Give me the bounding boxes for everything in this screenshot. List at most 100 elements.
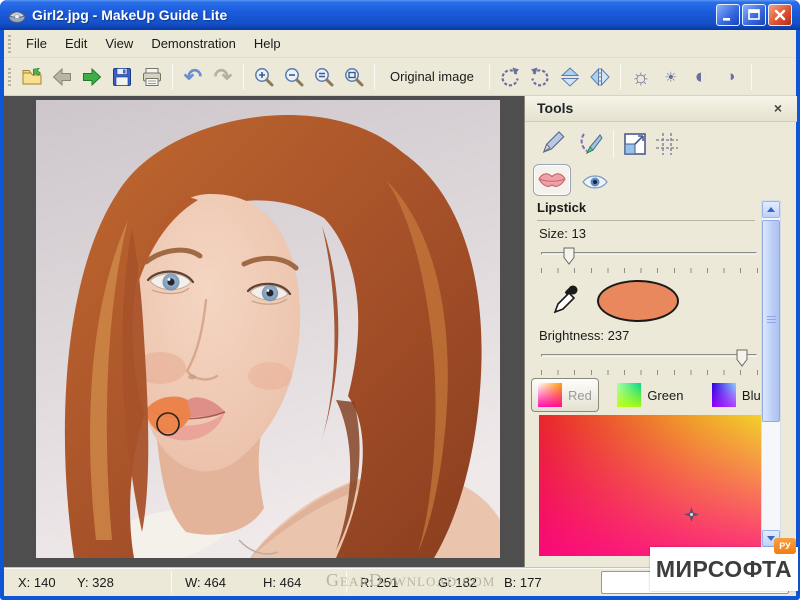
undo-button[interactable]: ↶ bbox=[179, 63, 207, 91]
save-button[interactable] bbox=[108, 63, 136, 91]
toolbar-separator bbox=[489, 64, 490, 90]
toolbar-separator bbox=[751, 64, 752, 90]
zoom-fit-button[interactable] bbox=[340, 63, 368, 91]
brush-tool-button[interactable] bbox=[575, 128, 607, 160]
status-w: W: 464 bbox=[185, 575, 226, 590]
menu-view[interactable]: View bbox=[96, 33, 142, 54]
color-picker-gradient[interactable] bbox=[539, 415, 762, 556]
tab-blue[interactable]: Blue bbox=[706, 378, 761, 412]
tab-blue-label: Blue bbox=[742, 388, 761, 403]
tab-red-label: Red bbox=[568, 388, 592, 403]
blue-channel-swatch-icon bbox=[712, 383, 736, 407]
content-area: Tools × bbox=[4, 96, 796, 567]
size-slider-ticks bbox=[541, 268, 758, 273]
close-button[interactable] bbox=[768, 4, 792, 26]
menu-help[interactable]: Help bbox=[245, 33, 290, 54]
brush-icon bbox=[578, 131, 604, 157]
status-b: B: 177 bbox=[504, 575, 542, 590]
flip-horizontal-icon bbox=[588, 65, 612, 89]
tab-green[interactable]: Green bbox=[611, 378, 689, 412]
lipstick-lips-icon bbox=[537, 170, 567, 190]
panel-close-icon[interactable]: × bbox=[769, 99, 787, 117]
halftone-icon: ◑ bbox=[726, 69, 735, 84]
title-bar: Girl2.jpg - MakeUp Guide Lite bbox=[0, 0, 800, 30]
size-slider[interactable] bbox=[541, 246, 757, 266]
zoom-in-icon bbox=[252, 65, 276, 89]
toolbar-separator bbox=[172, 64, 173, 90]
maximize-button[interactable] bbox=[742, 4, 766, 26]
scrollbar-up-button[interactable] bbox=[762, 201, 780, 218]
flip-vertical-icon bbox=[558, 65, 582, 89]
eye-tool-button[interactable] bbox=[579, 166, 611, 198]
save-floppy-icon bbox=[110, 65, 134, 89]
ru-badge: РУ bbox=[774, 538, 796, 554]
rotate-ccw-icon bbox=[528, 65, 552, 89]
rotate-cw-icon bbox=[498, 65, 522, 89]
photo-girl2[interactable] bbox=[36, 100, 500, 558]
eyedropper-button[interactable] bbox=[551, 282, 581, 316]
channel-tabs: Red Green Blue bbox=[531, 378, 761, 414]
tab-green-label: Green bbox=[647, 388, 683, 403]
forward-button[interactable] bbox=[78, 63, 106, 91]
menu-demonstration[interactable]: Demonstration bbox=[142, 33, 245, 54]
toolbar-separator bbox=[243, 64, 244, 90]
minimize-button[interactable] bbox=[716, 4, 740, 26]
panel-separator bbox=[613, 130, 614, 158]
open-button[interactable] bbox=[18, 63, 46, 91]
status-r: R: 251 bbox=[360, 575, 398, 590]
mirsofta-text: МИРСОФТА bbox=[656, 556, 792, 583]
scrollbar-thumb[interactable] bbox=[762, 220, 780, 422]
size-slider-thumb[interactable] bbox=[563, 247, 575, 265]
image-canvas[interactable] bbox=[4, 96, 524, 567]
pencil-tool-button[interactable] bbox=[537, 128, 569, 160]
halftone-button[interactable]: ◑ bbox=[717, 63, 745, 91]
grid-tool-button[interactable] bbox=[651, 128, 683, 160]
gamma-button[interactable]: ☀ bbox=[657, 63, 685, 91]
flip-vertical-button[interactable] bbox=[556, 63, 584, 91]
app-icon bbox=[7, 5, 27, 25]
rotate-cw-button[interactable] bbox=[496, 63, 524, 91]
status-y: Y: 328 bbox=[77, 575, 114, 590]
brightness-label: Brightness: 237 bbox=[539, 328, 629, 343]
zoom-out-icon bbox=[282, 65, 306, 89]
grid-icon bbox=[654, 131, 680, 157]
status-h: H: 464 bbox=[263, 575, 301, 590]
contrast-icon: ◐ bbox=[694, 66, 707, 87]
menubar-grip bbox=[8, 35, 11, 53]
panel-scrollbar[interactable] bbox=[761, 200, 781, 548]
lipstick-color-swatch bbox=[597, 280, 679, 322]
rotate-ccw-button[interactable] bbox=[526, 63, 554, 91]
zoom-actual-size-button[interactable] bbox=[310, 63, 338, 91]
size-label: Size: 13 bbox=[539, 226, 586, 241]
toolbar-separator bbox=[374, 64, 375, 90]
menu-file[interactable]: File bbox=[17, 33, 56, 54]
red-channel-swatch-icon bbox=[538, 383, 562, 407]
open-folder-icon bbox=[20, 65, 44, 89]
back-button[interactable] bbox=[48, 63, 76, 91]
window-title: Girl2.jpg - MakeUp Guide Lite bbox=[32, 7, 227, 23]
app-window: Girl2.jpg - MakeUp Guide Lite File Edit … bbox=[0, 0, 800, 600]
contrast-button[interactable]: ◐ bbox=[687, 63, 715, 91]
tab-red[interactable]: Red bbox=[531, 378, 599, 412]
status-x: X: 140 bbox=[18, 575, 56, 590]
redo-button[interactable]: ↷ bbox=[209, 63, 237, 91]
redo-icon: ↷ bbox=[214, 66, 232, 88]
zoom-out-button[interactable] bbox=[280, 63, 308, 91]
tools-panel: Tools × bbox=[524, 96, 796, 567]
green-channel-swatch-icon bbox=[617, 383, 641, 407]
maximize-icon bbox=[747, 8, 761, 22]
resize-tool-button[interactable] bbox=[619, 128, 651, 160]
menu-edit[interactable]: Edit bbox=[56, 33, 96, 54]
lipstick-tool-button[interactable] bbox=[533, 164, 571, 196]
print-button[interactable] bbox=[138, 63, 166, 91]
zoom-fit-icon bbox=[342, 65, 366, 89]
flip-horizontal-button[interactable] bbox=[586, 63, 614, 91]
status-separator bbox=[346, 571, 347, 593]
status-g: G: 182 bbox=[438, 575, 477, 590]
zoom-in-button[interactable] bbox=[250, 63, 278, 91]
brightness-slider-thumb[interactable] bbox=[736, 349, 748, 367]
brightness-slider[interactable] bbox=[541, 348, 757, 368]
brightness-button[interactable]: ☼ bbox=[627, 63, 655, 91]
toolbar: ↶ ↷ bbox=[4, 58, 796, 96]
brightness-slider-track[interactable] bbox=[541, 354, 757, 357]
